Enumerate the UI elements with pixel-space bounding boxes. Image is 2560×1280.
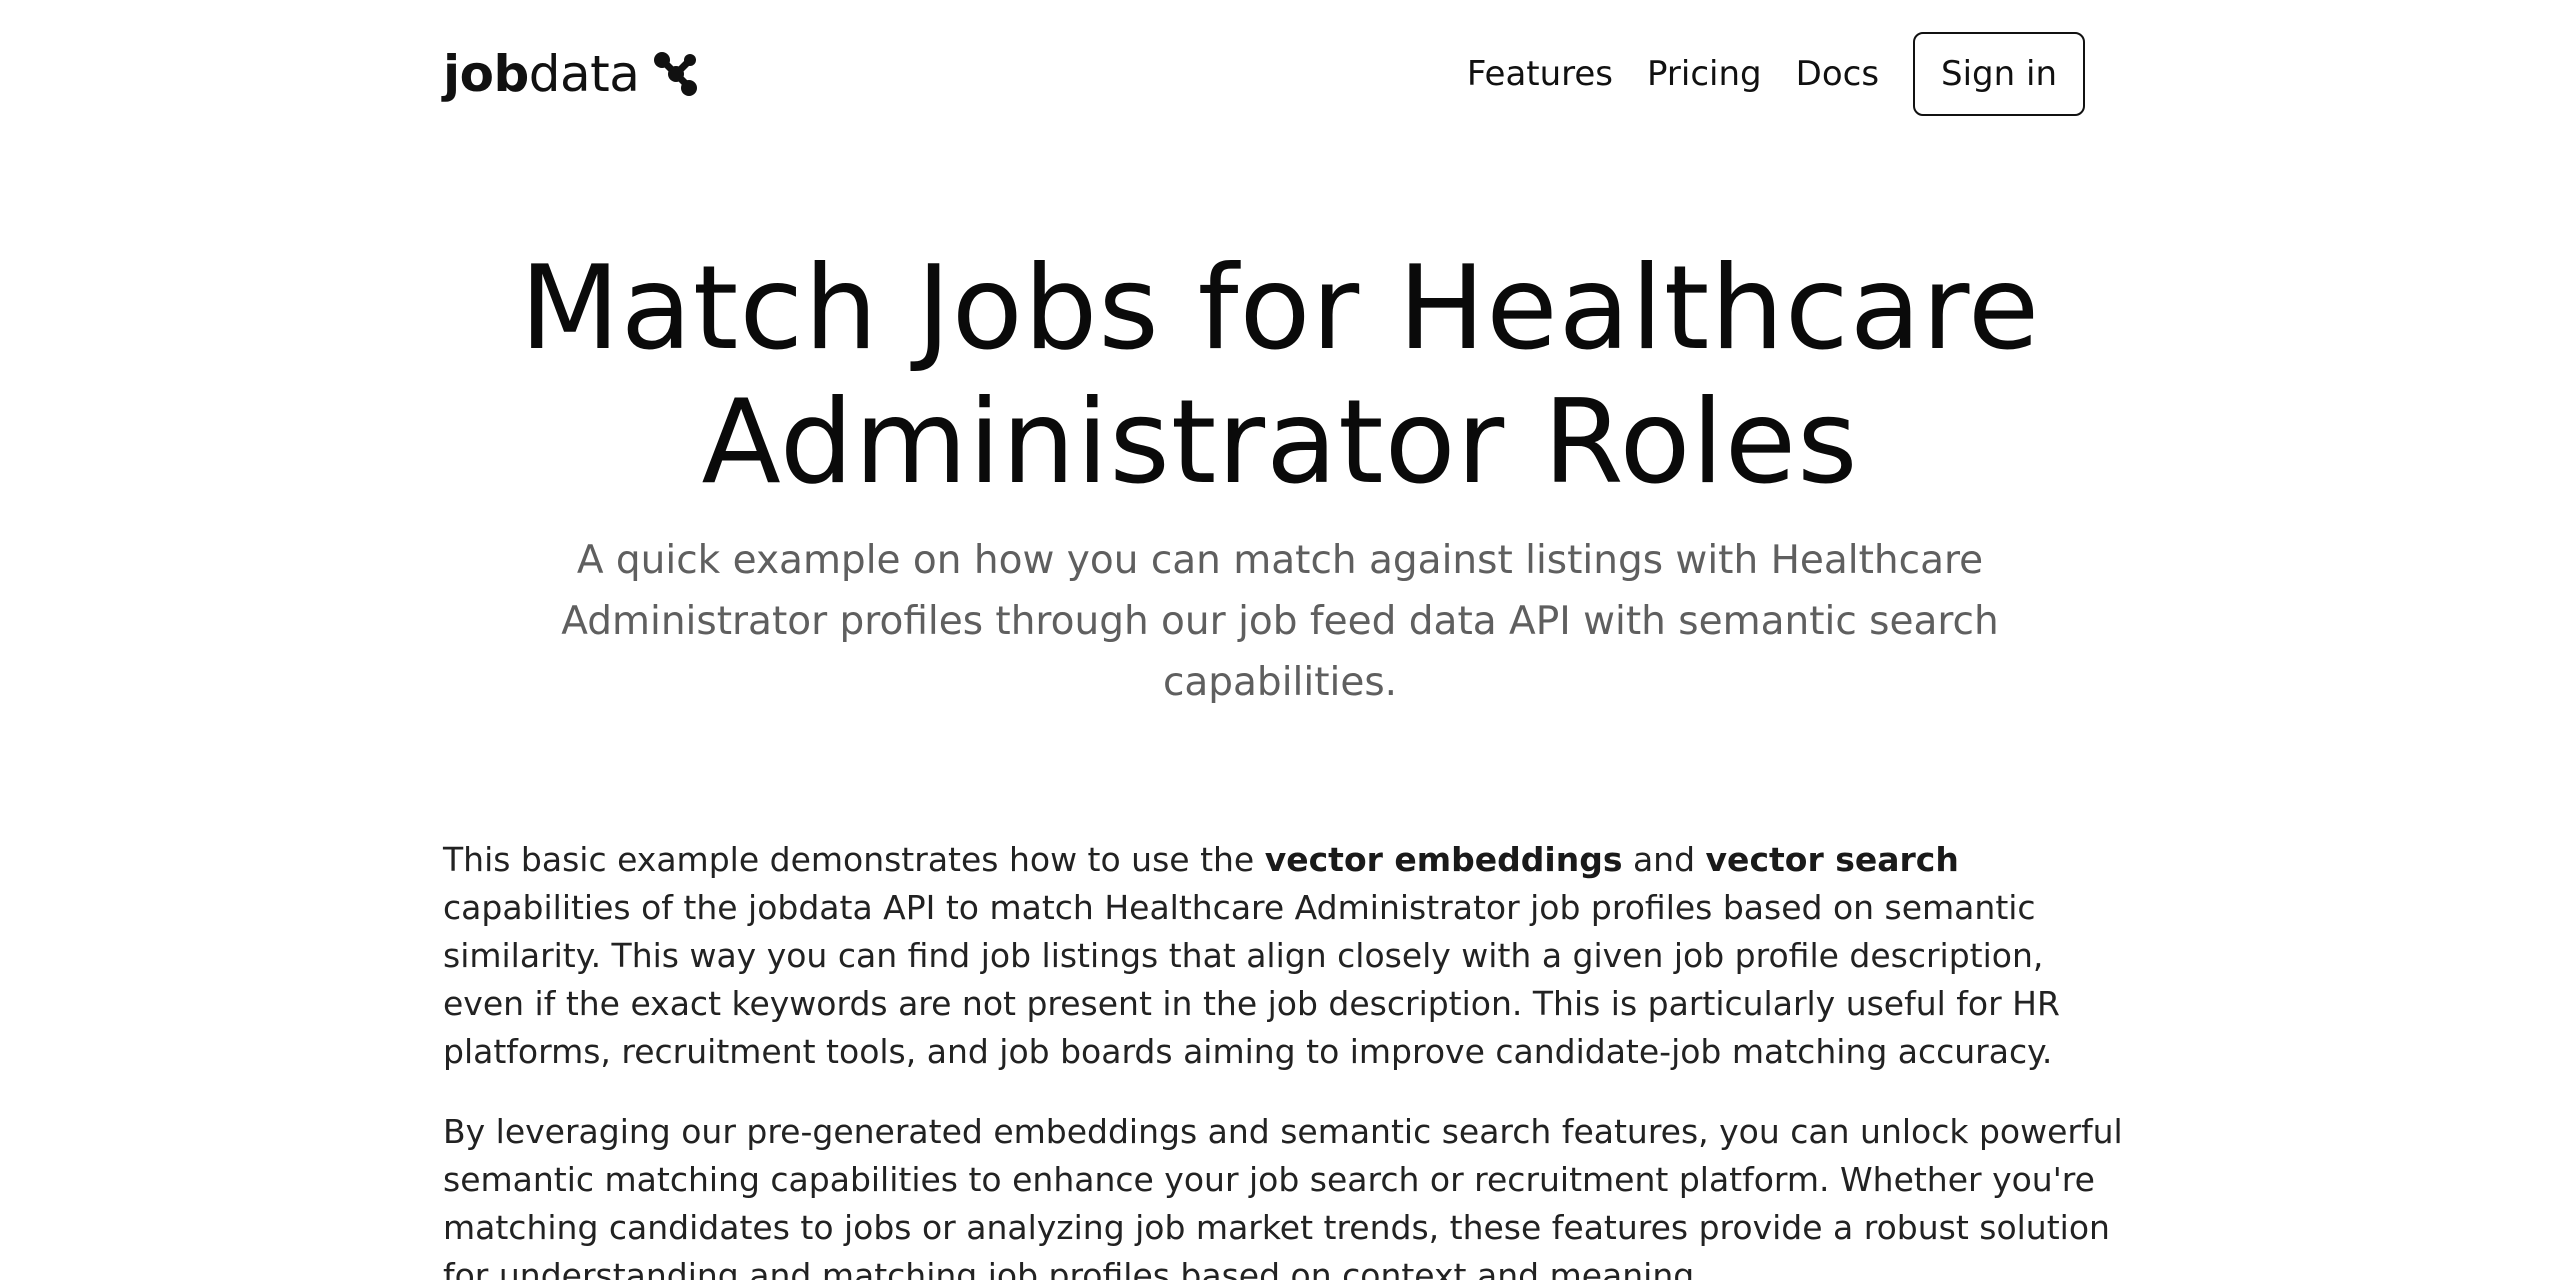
intro-bold-vector-embeddings: vector embeddings [1264, 840, 1623, 879]
second-paragraph: By leveraging our pre-generated embeddin… [443, 1112, 2123, 1280]
page-title-line-2: Administrator Roles [701, 375, 1859, 510]
intro-paragraph: This basic example demonstrates how to u… [443, 836, 2133, 1076]
intro-text-c: and [1622, 840, 1706, 879]
intro-text-a: This basic example demonstrates how to u… [443, 840, 1265, 879]
page-title: Match Jobs for Healthcare Administrator … [280, 242, 2280, 510]
logo-bold-text: job [443, 45, 529, 103]
intro-bold-vector-search: vector search [1705, 840, 1959, 879]
logo-light-text: data [528, 45, 640, 103]
intro-text-d: capabilities of the jobdata API to match… [443, 888, 2060, 1071]
article-body: This basic example demonstrates how to u… [443, 836, 2133, 1280]
logo[interactable]: job data [443, 45, 699, 103]
page-subtitle: A quick example on how you can match aga… [561, 538, 1999, 705]
molecule-icon [654, 52, 698, 96]
sign-in-button[interactable]: Sign in [1913, 32, 2085, 116]
nav-docs-link[interactable]: Docs [1796, 54, 1879, 94]
page-title-line-1: Match Jobs for Healthcare [519, 241, 2041, 376]
nav-features-link[interactable]: Features [1467, 54, 1613, 94]
main-nav: Features Pricing Docs Sign in [1433, 32, 2085, 116]
nav-pricing-link[interactable]: Pricing [1647, 54, 1762, 94]
site-header: job data Features Pricing Docs Sign in [443, 32, 2085, 116]
page: job data Features Pricing Docs Sign in Ma… [0, 0, 2560, 1280]
